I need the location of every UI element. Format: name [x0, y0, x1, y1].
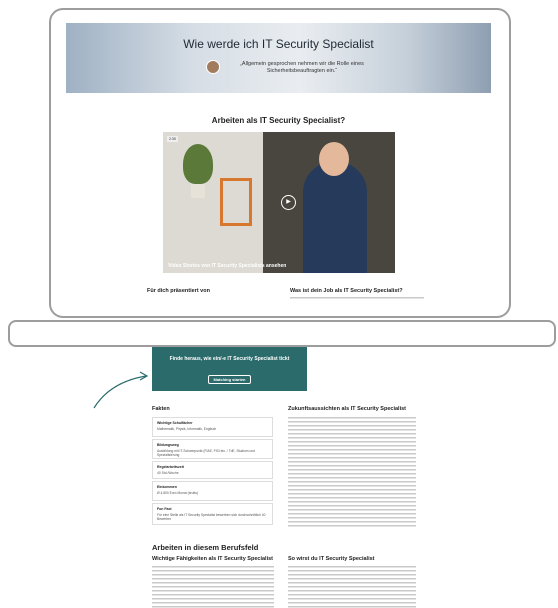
fact-value: Für eine Stelle als IT Security Speciali…: [157, 513, 266, 521]
skills-text: [152, 566, 274, 608]
video-player[interactable]: 2:35 ▶ Video Stories von IT Security Spe…: [163, 132, 395, 273]
fact-key: Regelarbeitszeit: [157, 465, 184, 469]
section-title: Arbeiten als IT Security Specialist?: [211, 116, 346, 125]
person-image: [303, 162, 367, 273]
play-icon[interactable]: ▶: [281, 195, 296, 210]
zukunft-title: Zukunftsaussichten als IT Security Speci…: [288, 406, 406, 412]
laptop-base: [8, 320, 556, 347]
avatar: [206, 60, 220, 74]
fact-key: Bildungsweg: [157, 443, 179, 447]
video-caption-link[interactable]: Video Stories von IT Security Specialist…: [168, 263, 286, 269]
video-duration: 2:35: [167, 136, 178, 142]
plant-image: [183, 144, 213, 184]
fact-card: Fun Fact Für eine Stelle als IT Security…: [152, 503, 273, 525]
job-description-text: [290, 297, 424, 299]
how-to-text: [288, 566, 416, 608]
fact-key: Fun Fact: [157, 507, 172, 511]
skills-title: Wichtige Fähigkeiten als IT Security Spe…: [152, 556, 273, 562]
fact-key: Wichtige Schulfächer: [157, 421, 193, 425]
fact-value: 40 Std./Woche: [157, 471, 179, 475]
laptop-screen: Wie werde ich IT Security Specialist „Al…: [66, 23, 491, 299]
arrow-icon: [93, 371, 149, 409]
fact-key: Einkommen: [157, 485, 177, 489]
cta-text: Finde heraus, wie ein/-e IT Security Spe…: [169, 356, 290, 362]
fact-card: Wichtige Schulfächer Mathematik, Physik,…: [152, 417, 273, 437]
shelf-image: [220, 178, 252, 226]
matching-cta: Finde heraus, wie ein/-e IT Security Spe…: [152, 347, 307, 391]
hero-quote: „Allgemein gesprochen nehmen wir die Rol…: [240, 61, 364, 74]
hero-banner: Wie werde ich IT Security Specialist „Al…: [66, 23, 491, 93]
fact-card: Einkommen Ø 4.800 Euro Monat (brutto): [152, 481, 273, 501]
how-to-title: So wirst du IT Security Specialist: [288, 556, 375, 562]
fact-card: Bildungsweg Ausbildung mit IT-Schwerpunk…: [152, 439, 273, 459]
zukunft-text: [288, 417, 416, 527]
hero-title: Wie werde ich IT Security Specialist: [183, 37, 374, 51]
matching-start-button[interactable]: Matching starten: [208, 375, 251, 384]
person-head: [319, 142, 349, 176]
fact-value: Mathematik, Physik, Informatik, Englisch: [157, 427, 217, 431]
fact-value: Ø 4.800 Euro Monat (brutto): [157, 491, 199, 495]
berufsfeld-title: Arbeiten in diesem Berufsfeld: [152, 543, 259, 552]
pot-image: [191, 184, 205, 198]
presented-by-title: Für dich präsentiert von: [147, 288, 210, 294]
job-question-title: Was ist dein Job als IT Security Special…: [290, 288, 403, 294]
fakten-title: Fakten: [152, 406, 170, 412]
fact-card: Regelarbeitszeit 40 Std./Woche: [152, 461, 273, 479]
fact-value: Ausbildung mit IT-Schwerpunkt (FIAE, FIS…: [157, 449, 255, 457]
